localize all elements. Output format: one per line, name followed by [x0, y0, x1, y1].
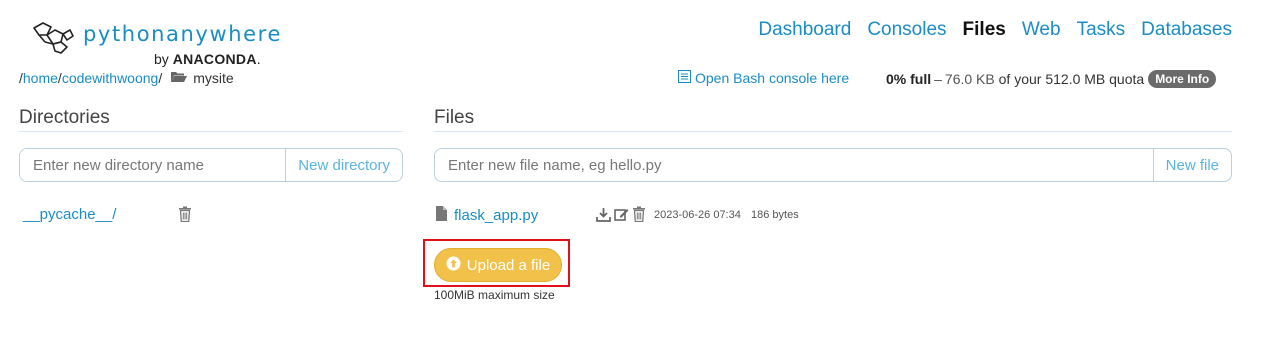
upload-file-button[interactable]: Upload a file	[434, 248, 562, 282]
new-directory-button[interactable]: New directory	[285, 149, 402, 181]
quota-dash: –	[934, 71, 942, 87]
file-icon	[436, 206, 447, 225]
directories-divider	[19, 131, 403, 132]
main-nav: Dashboard Consoles Files Web Tasks Datab…	[758, 19, 1232, 41]
breadcrumb: / home / codewithwoong / mysite	[19, 70, 234, 86]
directories-heading: Directories	[19, 107, 110, 128]
delete-directory-trash-icon[interactable]	[178, 206, 192, 227]
quota-used: 76.0 KB	[944, 71, 995, 87]
pythonanywhere-logo[interactable]: pythonanywhere by ANACONDA.	[31, 18, 280, 70]
file-actions	[596, 206, 646, 227]
open-bash-console-label: Open Bash console here	[695, 70, 850, 86]
breadcrumb-separator: /	[158, 70, 163, 86]
folder-open-icon	[170, 70, 188, 86]
quota-percent: 0% full	[886, 71, 932, 87]
logo-byline: by ANACONDA.	[154, 51, 261, 67]
file-modified-date: 2023-06-26 07:34	[654, 209, 741, 221]
storage-quota: 0% full – 76.0 KB of your 512.0 MB quota…	[886, 70, 1217, 88]
more-info-button[interactable]: More Info	[1148, 70, 1217, 88]
open-bash-console-link[interactable]: Open Bash console here	[678, 70, 849, 86]
files-heading: Files	[434, 107, 475, 128]
breadcrumb-home[interactable]: home	[23, 70, 58, 86]
quota-total: of your 512.0 MB quota	[998, 71, 1145, 87]
console-icon	[678, 70, 691, 86]
file-name-link[interactable]: flask_app.py	[454, 207, 538, 224]
nav-web[interactable]: Web	[1022, 19, 1061, 41]
new-file-button[interactable]: New file	[1152, 149, 1231, 181]
breadcrumb-current: mysite	[193, 70, 234, 86]
file-size: 186 bytes	[751, 209, 799, 221]
files-divider	[434, 131, 1232, 132]
nav-tasks[interactable]: Tasks	[1077, 19, 1126, 41]
nav-consoles[interactable]: Consoles	[867, 19, 946, 41]
upload-file-label: Upload a file	[466, 256, 551, 274]
breadcrumb-user[interactable]: codewithwoong	[62, 70, 159, 86]
download-icon[interactable]	[596, 207, 611, 227]
logo-wordmark: pythonanywhere	[83, 22, 282, 46]
new-file-input[interactable]	[435, 149, 1153, 181]
new-directory-input[interactable]	[20, 149, 286, 181]
delete-file-trash-icon[interactable]	[632, 206, 646, 227]
upload-circle-arrow-icon	[446, 256, 461, 275]
python-snake-logo-icon	[33, 22, 74, 54]
nav-dashboard[interactable]: Dashboard	[758, 19, 851, 41]
new-file-form: New file	[434, 148, 1232, 182]
edit-icon[interactable]	[614, 207, 629, 227]
directory-item[interactable]: __pycache__/	[23, 206, 116, 223]
nav-files[interactable]: Files	[963, 19, 1006, 41]
file-item: flask_app.py	[436, 206, 538, 225]
nav-databases[interactable]: Databases	[1141, 19, 1232, 41]
upload-max-size-note: 100MiB maximum size	[434, 288, 555, 302]
new-directory-form: New directory	[19, 148, 403, 182]
